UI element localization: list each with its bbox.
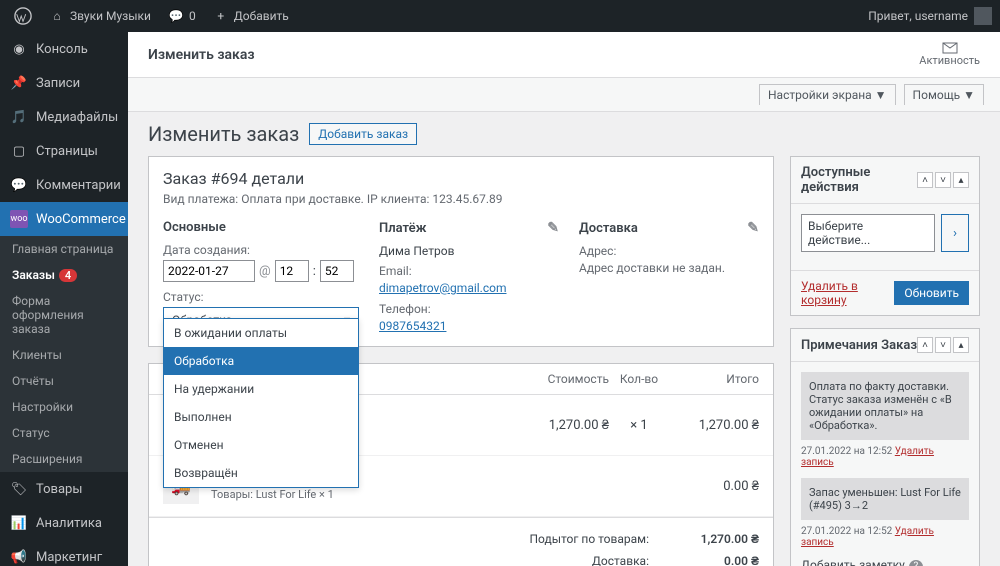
- payment-heading: Платёж: [379, 221, 426, 236]
- update-button[interactable]: Обновить: [894, 281, 969, 305]
- menu-woocommerce[interactable]: wooWooCommerce: [0, 202, 128, 236]
- general-heading: Основные: [163, 220, 359, 235]
- hour-input[interactable]: [275, 260, 309, 282]
- shipping-detail: Товары: Lust For Life × 1: [211, 488, 519, 501]
- status-dropdown: В ожидании оплаты Обработка На удержании…: [163, 318, 359, 488]
- submenu-orders[interactable]: Заказы4: [0, 262, 128, 288]
- activity-button[interactable]: Активность: [919, 42, 980, 67]
- page-breadcrumb-bar: Изменить заказ Активность: [128, 32, 1000, 78]
- order-note: Оплата по факту доставки. Статус заказа …: [801, 372, 969, 440]
- menu-products[interactable]: 🏷Товары: [0, 472, 128, 506]
- notes-panel: Примечания Заказ ˄˅▴ Оплата по факту дос…: [790, 328, 980, 566]
- submenu-settings[interactable]: Настройки: [0, 394, 128, 420]
- at-icon: @: [259, 264, 271, 279]
- edit-shipping-icon[interactable]: ✎: [747, 220, 759, 236]
- panel-up-icon[interactable]: ˄: [917, 337, 933, 353]
- add-note-label: Добавить заметку: [801, 558, 905, 566]
- status-option-completed[interactable]: Выполнен: [164, 403, 358, 431]
- panel-up-icon[interactable]: ˄: [917, 172, 933, 188]
- subtotal-label: Подытог по товарам:: [489, 532, 649, 546]
- customer-phone[interactable]: 0987654321: [379, 319, 446, 333]
- minute-input[interactable]: [320, 260, 354, 282]
- note-timestamp: 27.01.2022 на 12:52: [801, 526, 892, 537]
- menu-marketing[interactable]: 📢Маркетинг: [0, 540, 128, 566]
- notes-title: Примечания Заказ: [801, 338, 917, 353]
- menu-pages[interactable]: ▢Страницы: [0, 134, 128, 168]
- action-select[interactable]: Выберите действие...: [801, 214, 935, 252]
- submenu-home[interactable]: Главная страница: [0, 236, 128, 262]
- email-label: Email:: [379, 264, 559, 278]
- item-total: 1,270.00 ₴: [669, 417, 759, 433]
- breadcrumb: Изменить заказ: [148, 47, 255, 63]
- col-qty: Кол-во: [609, 372, 669, 386]
- action-go-button[interactable]: ›: [941, 214, 969, 252]
- add-order-button[interactable]: Добавить заказ: [309, 123, 417, 145]
- menu-dashboard[interactable]: ◉Консоль: [0, 32, 128, 66]
- panel-toggle-icon[interactable]: ▴: [953, 337, 969, 353]
- order-title: Заказ #694 детали: [163, 169, 759, 188]
- menu-media[interactable]: 🎵Медиафайлы: [0, 100, 128, 134]
- status-option-hold[interactable]: На удержании: [164, 375, 358, 403]
- admin-sidebar: ◉Консоль 📌Записи 🎵Медиафайлы ▢Страницы 💬…: [0, 32, 128, 566]
- order-details-box: Заказ #694 детали Вид платежа: Оплата пр…: [148, 156, 774, 347]
- help-tab[interactable]: Помощь ▼: [904, 84, 984, 105]
- menu-comments[interactable]: 💬Комментарии: [0, 168, 128, 202]
- panel-down-icon[interactable]: ˅: [935, 172, 951, 188]
- panel-down-icon[interactable]: ˅: [935, 337, 951, 353]
- screen-options-tab[interactable]: Настройки экрана ▼: [759, 84, 896, 105]
- actions-panel: Доступные действия ˄˅▴ Выберите действие…: [790, 156, 980, 316]
- menu-analytics[interactable]: 📊Аналитика: [0, 506, 128, 540]
- actions-title: Доступные действия: [801, 165, 917, 195]
- order-note: Запас уменьшен: Lust For Life (#495) 3→2: [801, 478, 969, 520]
- address-label: Адрес:: [579, 244, 759, 258]
- edit-billing-icon[interactable]: ✎: [547, 220, 559, 236]
- trash-link[interactable]: Удалить в корзину: [801, 279, 894, 307]
- woo-submenu: Главная страница Заказы4 Форма оформлени…: [0, 236, 128, 472]
- panel-toggle-icon[interactable]: ▴: [953, 172, 969, 188]
- note-timestamp: 27.01.2022 на 12:52: [801, 446, 892, 457]
- customer-email[interactable]: dimapetrov@gmail.com: [379, 281, 507, 295]
- date-label: Дата создания:: [163, 243, 359, 257]
- col-total: Итого: [669, 372, 759, 386]
- address-empty: Адрес доставки не задан.: [579, 261, 759, 275]
- status-option-refunded[interactable]: Возвращён: [164, 459, 358, 487]
- shipping-total-label: Доставка:: [489, 554, 649, 566]
- status-option-pending[interactable]: В ожидании оплаты: [164, 319, 358, 347]
- add-new-link[interactable]: +Добавить: [206, 0, 295, 32]
- subtotal-value: 1,270.00 ₴: [669, 532, 759, 546]
- status-option-processing[interactable]: Обработка: [164, 347, 358, 375]
- admin-topbar: ⌂Звуки Музыки 💬0 +Добавить Привет, usern…: [0, 0, 1000, 32]
- date-input[interactable]: [163, 260, 255, 282]
- wp-logo[interactable]: [8, 0, 38, 32]
- order-subtitle: Вид платежа: Оплата при доставке. IP кли…: [163, 192, 759, 206]
- submenu-customers[interactable]: Клиенты: [0, 342, 128, 368]
- user-greeting[interactable]: Привет, username: [868, 7, 992, 25]
- status-label: Статус:: [163, 290, 359, 304]
- comments-link[interactable]: 💬0: [161, 0, 202, 32]
- status-option-cancelled[interactable]: Отменен: [164, 431, 358, 459]
- customer-name: Дима Петров: [379, 244, 559, 258]
- item-cost: 1,270.00 ₴: [519, 417, 609, 433]
- site-link[interactable]: ⌂Звуки Музыки: [42, 0, 157, 32]
- phone-label: Телефон:: [379, 302, 559, 316]
- submenu-reports[interactable]: Отчёты: [0, 368, 128, 394]
- submenu-checkout[interactable]: Форма оформления заказа: [0, 288, 128, 342]
- menu-posts[interactable]: 📌Записи: [0, 66, 128, 100]
- shipping-total: 0.00 ₴: [669, 478, 759, 494]
- submenu-status[interactable]: Статус: [0, 420, 128, 446]
- page-title: Изменить заказ: [148, 122, 299, 146]
- help-icon[interactable]: ?: [909, 560, 923, 566]
- shipping-heading: Доставка: [579, 221, 638, 236]
- item-qty: × 1: [609, 418, 669, 433]
- submenu-extensions[interactable]: Расширения: [0, 446, 128, 472]
- col-cost: Стоимость: [519, 372, 609, 386]
- shipping-total-value: 0.00 ₴: [669, 554, 759, 566]
